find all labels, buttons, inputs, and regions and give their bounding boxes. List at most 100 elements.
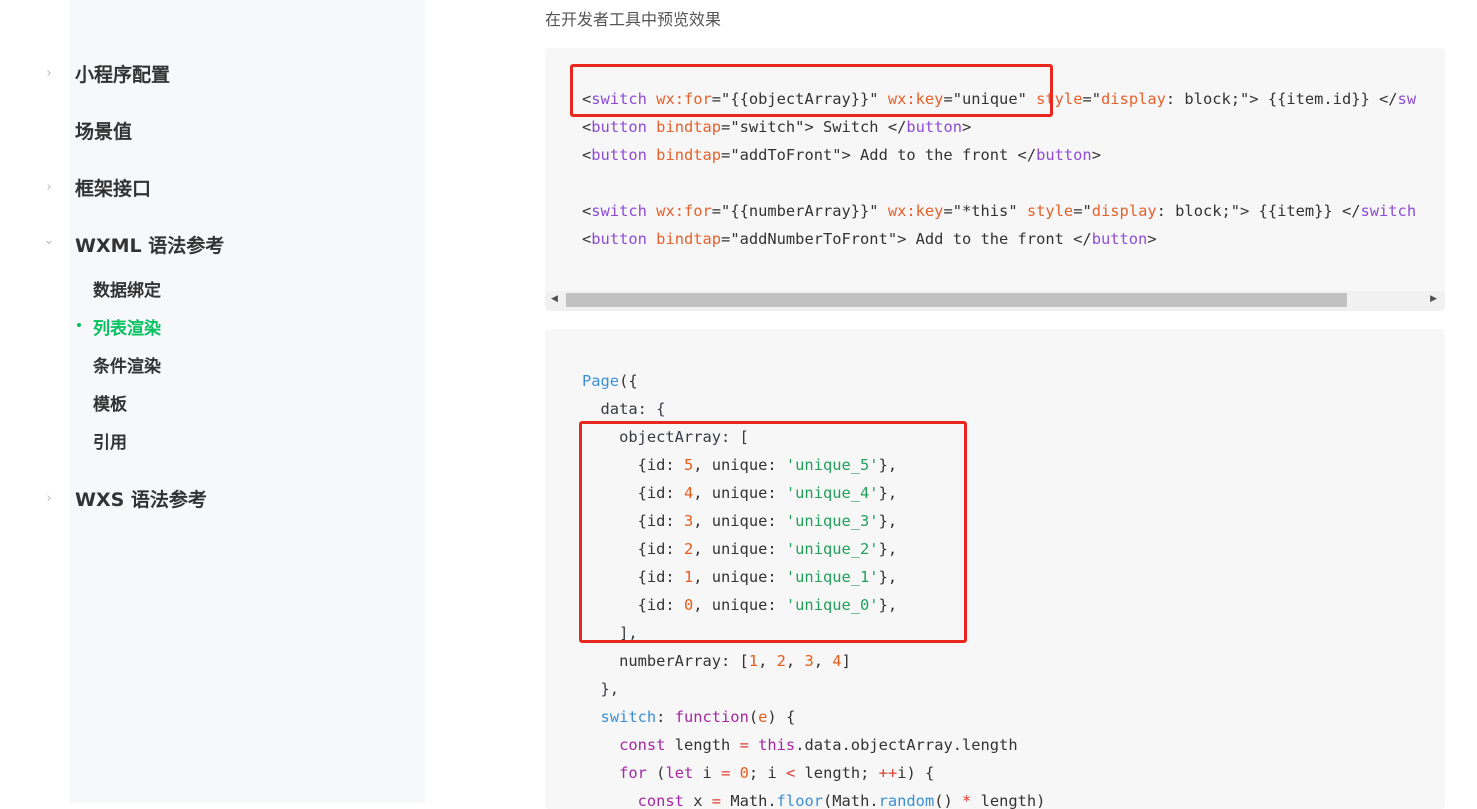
code-line: const length = this.data.objectArray.len…	[582, 731, 1018, 759]
token: button	[906, 118, 962, 136]
token: 0	[739, 764, 749, 782]
sidebar-subitem-label: 列表渲染	[93, 319, 161, 339]
nav-item-wxml-reference[interactable]: ⌄ WXML 语法参考	[44, 229, 370, 259]
horizontal-scrollbar[interactable]: ◀ ▶	[545, 291, 1445, 311]
token: floor	[776, 792, 823, 809]
token: ++	[878, 764, 898, 782]
token: (	[646, 764, 666, 782]
scroll-right-arrow-icon[interactable]: ▶	[1430, 294, 1437, 304]
sidebar-subitem-conditional-rendering[interactable]: 条件渲染	[93, 352, 161, 377]
sidebar-subitem-list-rendering[interactable]: 列表渲染	[77, 314, 161, 339]
token: x	[683, 792, 712, 809]
code-line: <button bindtap="switch"> Switch </butto…	[582, 113, 971, 141]
token: <	[582, 202, 592, 220]
sidebar-nav: › 小程序配置 场景值 › 框架接口 ⌄ WXML 语法参考 数据绑定 列表渲染…	[44, 0, 425, 803]
code-line: },	[582, 680, 620, 698]
code-line: Page({	[582, 367, 638, 395]
token: random	[878, 792, 935, 809]
nav-label: 框架接口	[75, 178, 152, 200]
token: ,	[785, 652, 805, 670]
token: button	[1091, 230, 1148, 248]
nav-item-miniprogram-config[interactable]: › 小程序配置	[46, 58, 370, 88]
scroll-thumb[interactable]	[566, 293, 1347, 307]
token: for	[619, 764, 647, 782]
chevron-right-icon: ›	[46, 490, 52, 506]
token: ({	[619, 372, 638, 390]
token: ="addNumberToFront"> Add to the front </	[721, 230, 1092, 248]
token: <	[582, 146, 592, 164]
token: ="addToFront"> Add to the front </	[721, 146, 1037, 164]
code-line: data: {	[582, 400, 666, 418]
token: ="{{numberArray}}"	[711, 202, 888, 220]
token: ="	[1082, 90, 1102, 108]
active-indicator-dot	[77, 323, 81, 327]
token: length;	[795, 764, 879, 782]
chevron-right-icon: ›	[46, 179, 52, 195]
token: Page	[582, 372, 620, 390]
token: numberArray: [	[582, 652, 749, 670]
token: ()	[934, 792, 963, 809]
token: >	[1147, 230, 1157, 248]
token: <	[582, 118, 592, 136]
token: ]	[841, 652, 851, 670]
token: ,	[758, 652, 777, 670]
token: ="	[1073, 202, 1092, 220]
token: =	[739, 736, 749, 754]
token: const	[619, 736, 666, 754]
token: 3	[804, 652, 814, 670]
nav-label: 场景值	[75, 121, 133, 143]
nav-label: 小程序配置	[75, 64, 171, 86]
nav-item-framework-api[interactable]: › 框架接口	[46, 172, 370, 202]
token: ; i	[748, 764, 786, 782]
token: e	[758, 708, 768, 726]
token: *	[962, 792, 972, 809]
token: bindtap	[656, 230, 722, 248]
code-line: const x = Math.floor(Math.random() * len…	[582, 787, 1046, 809]
token: 4	[832, 652, 842, 670]
code-line: for (let i = 0; i < length; ++i) {	[582, 759, 934, 787]
token: button	[591, 118, 647, 136]
token: : block;"> {{item.id}} </	[1165, 90, 1398, 108]
preview-hint-text: 在开发者工具中预览效果	[545, 10, 722, 29]
token: <	[785, 764, 796, 782]
token: 1	[748, 652, 759, 670]
nav-label: WXML 语法参考	[75, 235, 225, 257]
nav-label: WXS 语法参考	[75, 489, 207, 511]
token: i	[693, 764, 722, 782]
token: length)	[971, 792, 1046, 809]
token: wx:for	[656, 202, 712, 220]
code-line: switch: function(e) {	[582, 703, 796, 731]
token: (	[748, 708, 759, 726]
token: (Math.	[823, 792, 879, 809]
sidebar-subitem-data-binding[interactable]: 数据绑定	[93, 276, 161, 301]
token: ,	[813, 652, 833, 670]
sidebar-subitem-template[interactable]: 模板	[93, 390, 127, 415]
token: : block;"> {{item}} </	[1156, 202, 1361, 220]
token: length	[665, 736, 740, 754]
scroll-left-arrow-icon[interactable]: ◀	[551, 294, 558, 304]
nav-item-scene-value[interactable]: 场景值	[70, 115, 370, 145]
annotation-highlight-box	[570, 64, 1053, 117]
token: Math.	[721, 792, 777, 809]
token: =	[711, 792, 722, 809]
token: switch	[591, 202, 647, 220]
token: button	[591, 146, 647, 164]
token: =	[721, 764, 731, 782]
token: i) {	[897, 764, 935, 782]
nav-item-wxs-reference[interactable]: › WXS 语法参考	[46, 483, 370, 513]
token: display	[1091, 202, 1157, 220]
code-line: <switch wx:for="{{numberArray}}" wx:key=…	[582, 197, 1416, 225]
token: >	[1091, 146, 1101, 164]
sidebar-subitem-import[interactable]: 引用	[93, 428, 127, 453]
token: <	[582, 230, 592, 248]
